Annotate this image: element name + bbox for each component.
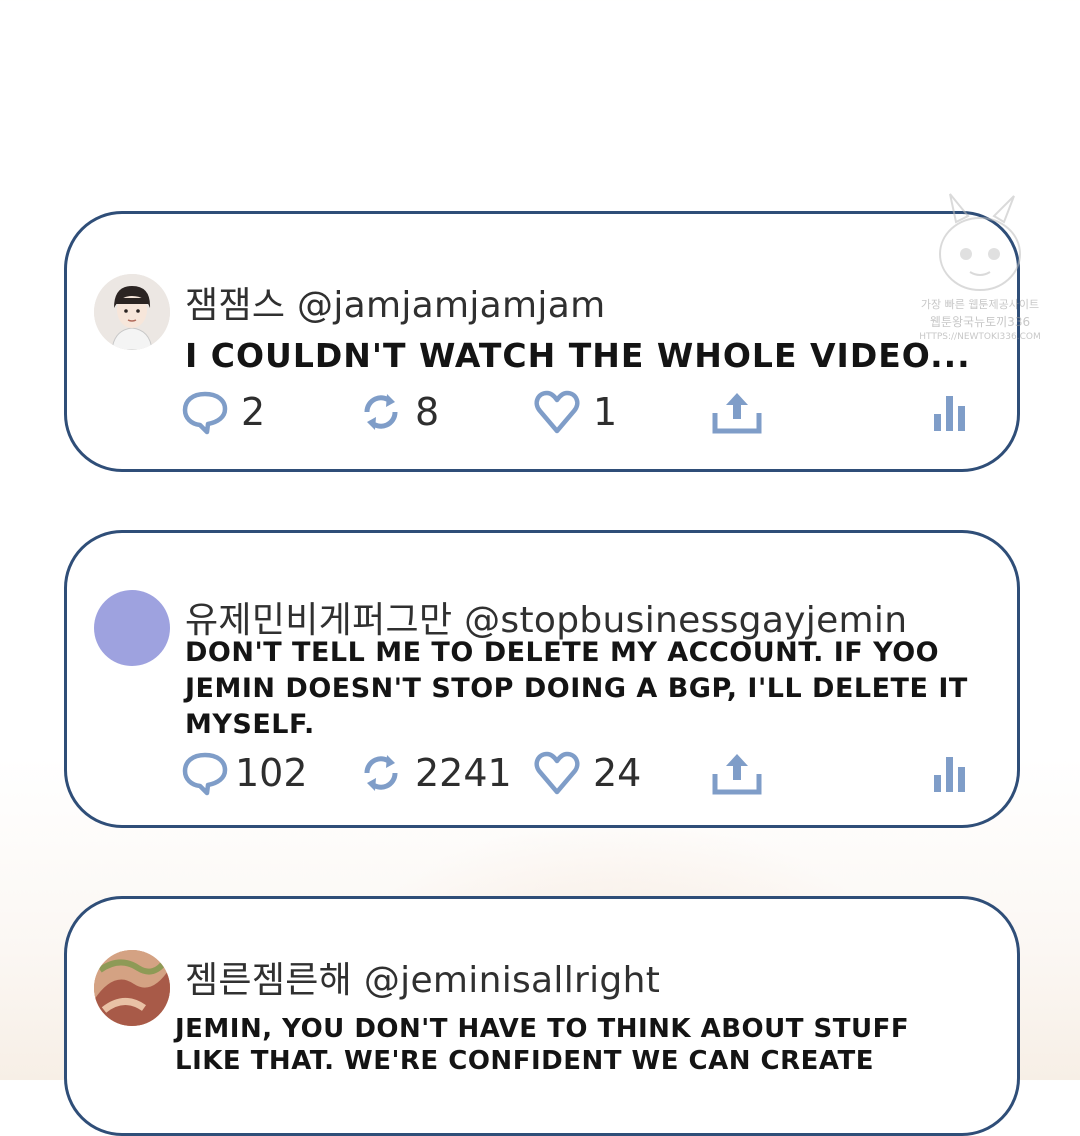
tweet-card[interactable]: 잼잼스 @jamjamjamjam I couldn't watch the w…: [64, 211, 1020, 472]
watermark-line: 가장 빠른 웹툰제공사이트: [920, 298, 1040, 311]
tweet-card[interactable]: 젬른젬른해 @jeminisallright Jemin, you don't …: [64, 896, 1020, 1136]
stats-button[interactable]: [933, 384, 967, 440]
user-handle: @jeminisallright: [363, 960, 661, 1001]
share-icon: [711, 389, 763, 435]
reply-icon: [181, 750, 229, 796]
like-button[interactable]: 24: [533, 745, 641, 801]
like-count: 1: [593, 390, 618, 434]
avatar[interactable]: [94, 274, 170, 350]
tweet-text: Jemin, you don't have to think about stu…: [175, 1014, 910, 1076]
like-icon: [533, 750, 581, 796]
like-icon: [533, 389, 581, 435]
retweet-button[interactable]: 2241: [359, 745, 512, 801]
retweet-button[interactable]: 8: [359, 384, 439, 440]
avatar[interactable]: [94, 950, 170, 1026]
tweet-card[interactable]: 유제민비게퍼그만 @stopbusinessgayjemin Don't tel…: [64, 530, 1020, 828]
watermark: 가장 빠른 웹툰제공사이트 웹툰왕국뉴토끼336 HTTPS://NEWTOKI…: [910, 192, 1050, 352]
mascot-icon: [939, 193, 1021, 291]
stats-icon: [933, 753, 967, 793]
avatar[interactable]: [94, 590, 170, 666]
stats-icon: [933, 392, 967, 432]
share-button[interactable]: [711, 384, 763, 440]
tweet-author[interactable]: 젬른젬른해 @jeminisallright: [185, 951, 660, 1003]
tweet-text: I couldn't watch the whole video...: [185, 336, 971, 375]
retweet-count: 8: [415, 390, 440, 434]
reply-button[interactable]: 102: [181, 745, 308, 801]
tweet-actions: 102 2241 24: [181, 745, 967, 801]
reply-icon: [181, 389, 229, 435]
watermark-url: HTTPS://NEWTOKI336.COM: [919, 332, 1041, 342]
retweet-icon: [359, 390, 403, 434]
retweet-icon: [359, 751, 403, 795]
share-button[interactable]: [711, 745, 763, 801]
like-button[interactable]: 1: [533, 384, 617, 440]
watermark-line: 웹툰왕국뉴토끼336: [929, 315, 1031, 329]
reply-button[interactable]: 2: [181, 384, 265, 440]
tweet-author[interactable]: 잼잼스 @jamjamjamjam: [185, 276, 605, 328]
tweet-text: Don't tell me to delete my account. If Y…: [185, 637, 968, 740]
retweet-count: 2241: [415, 751, 512, 795]
user-handle: @jamjamjamjam: [297, 285, 606, 326]
reply-count: 102: [235, 751, 308, 795]
like-count: 24: [593, 751, 642, 795]
display-name: 잼잼스: [185, 285, 286, 326]
reply-count: 2: [241, 390, 266, 434]
share-icon: [711, 750, 763, 796]
display-name: 젬른젬른해: [185, 960, 353, 1001]
stats-button[interactable]: [933, 745, 967, 801]
tweet-actions: 2 8 1: [181, 384, 967, 440]
